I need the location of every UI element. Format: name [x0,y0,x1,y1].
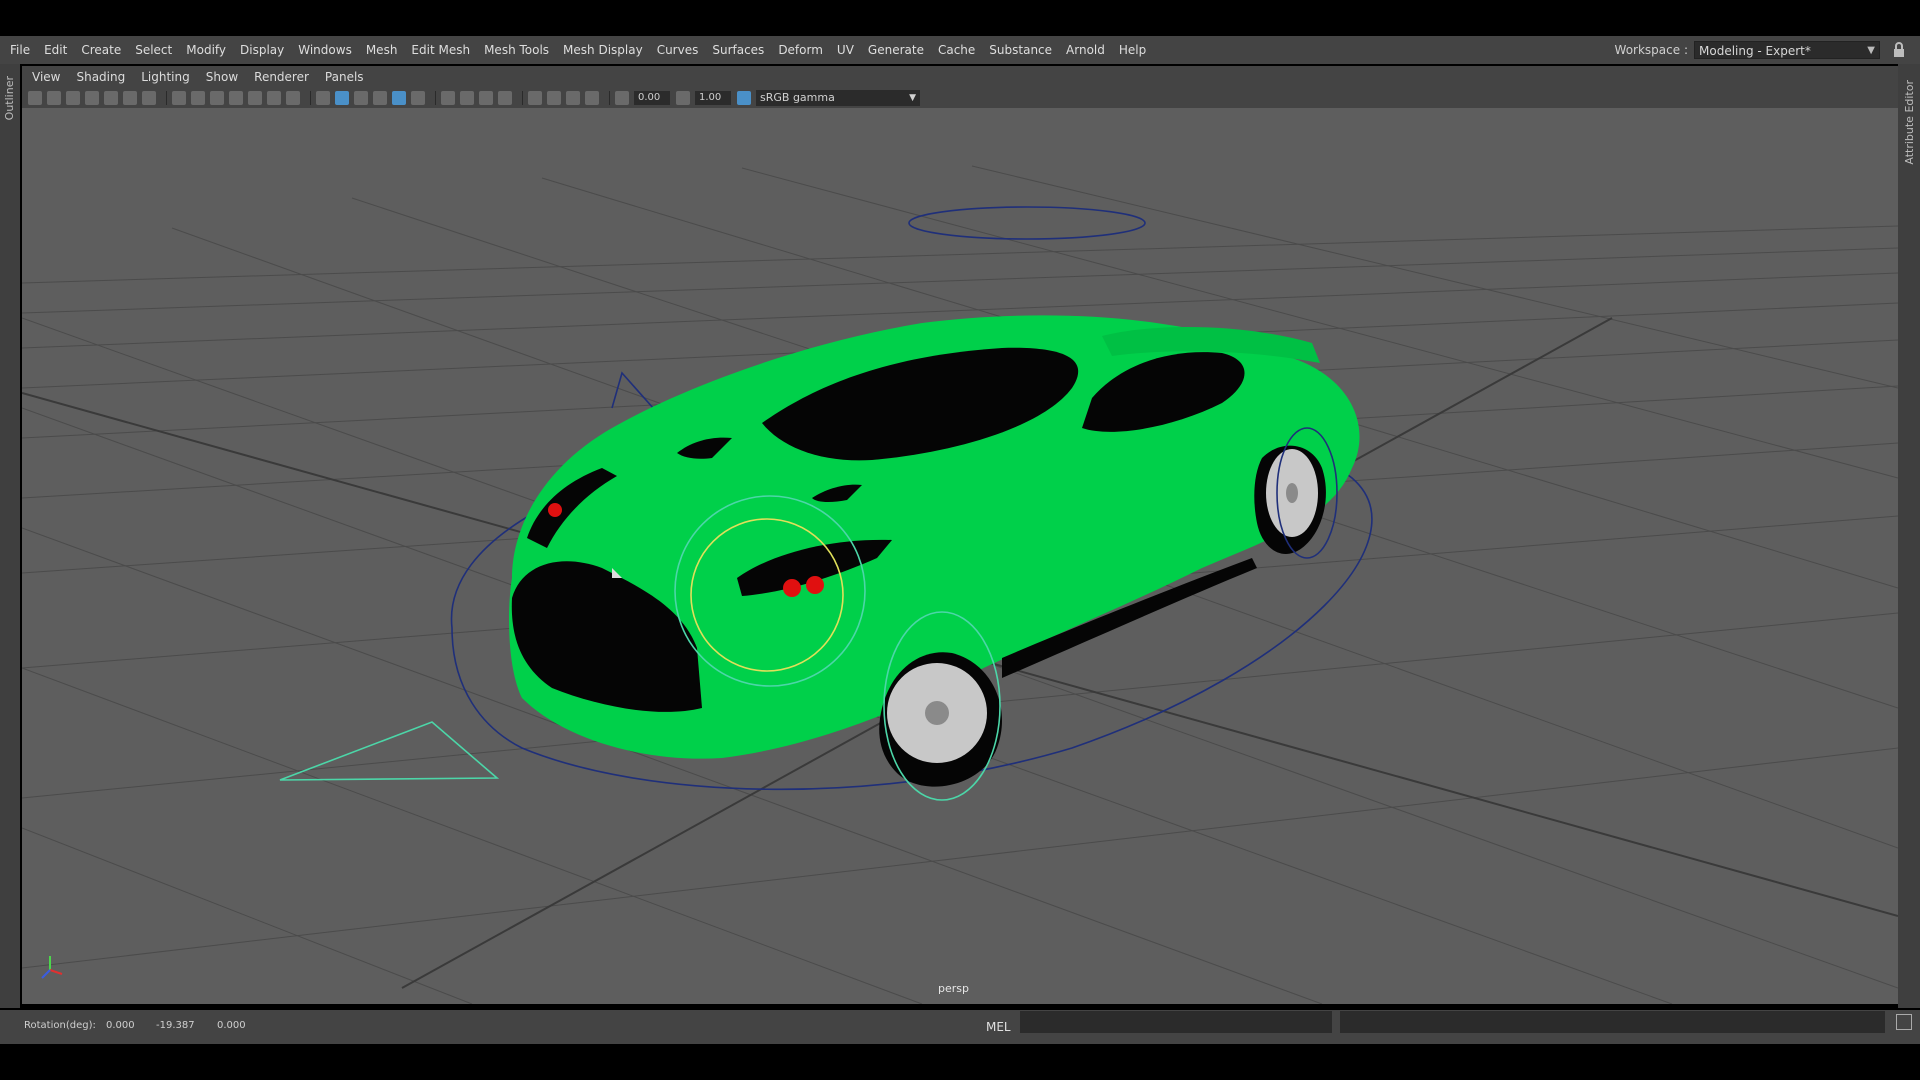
panel-menu-panels[interactable]: Panels [317,70,372,84]
menu-uv[interactable]: UV [830,36,861,64]
command-result-field [1340,1011,1885,1033]
camera-name-label: persp [938,982,969,995]
exposure-field[interactable]: 0.00 [634,91,670,105]
default-material-icon[interactable] [354,91,368,105]
menu-substance[interactable]: Substance [982,36,1059,64]
menu-edit[interactable]: Edit [37,36,74,64]
panel-menubar: View Shading Lighting Show Renderer Pane… [22,66,1898,88]
xray-active-icon[interactable] [585,91,599,105]
color-space-value: sRGB gamma [760,91,835,104]
toolbar-divider [166,91,167,105]
gamma-field[interactable]: 1.00 [695,91,731,105]
toolbar-divider [310,91,311,105]
menu-modify[interactable]: Modify [179,36,233,64]
menu-display[interactable]: Display [233,36,291,64]
menu-edit-mesh[interactable]: Edit Mesh [404,36,477,64]
top-control-curve [908,206,1146,240]
menu-select[interactable]: Select [128,36,179,64]
script-editor-icon[interactable] [1896,1014,1912,1030]
bookmark-icon[interactable] [85,91,99,105]
shadows-icon[interactable] [441,91,455,105]
workspace-value: Modeling - Expert* [1699,44,1811,58]
field-chart-icon[interactable] [248,91,262,105]
textured-icon[interactable] [392,91,406,105]
color-space-dropdown[interactable]: sRGB gamma ▼ [756,90,920,106]
workspace-label: Workspace : [1614,43,1688,57]
exposure-icon[interactable] [615,91,629,105]
lights-icon[interactable] [411,91,425,105]
film-gate-icon[interactable] [191,91,205,105]
safe-action-icon[interactable] [267,91,281,105]
menu-windows[interactable]: Windows [291,36,359,64]
wireframe-on-shaded-icon[interactable] [373,91,387,105]
rotation-z-value: 0.000 [217,1020,246,1031]
grease-pencil-icon[interactable] [142,91,156,105]
lock-icon[interactable] [1892,42,1906,58]
menu-mesh-display[interactable]: Mesh Display [556,36,650,64]
axis-gizmo [41,956,63,979]
xray-icon[interactable] [547,91,561,105]
menu-arnold[interactable]: Arnold [1059,36,1112,64]
panel-menu-renderer[interactable]: Renderer [246,70,317,84]
panel-menu-lighting[interactable]: Lighting [133,70,198,84]
panel-menu-show[interactable]: Show [198,70,246,84]
rotation-y-value: -19.387 [156,1020,195,1031]
direction-arrow-curve [279,721,500,781]
toolbar-divider [609,91,610,105]
menu-file[interactable]: File [0,36,37,64]
outliner-tab[interactable]: Outliner [3,76,16,120]
chevron-down-icon: ▼ [1867,45,1875,56]
gate-mask-icon[interactable] [229,91,243,105]
top-black-band [0,0,1920,36]
color-management-icon[interactable] [737,91,751,105]
command-line-input[interactable] [1020,1011,1332,1033]
safe-title-icon[interactable] [286,91,300,105]
camera-icon[interactable] [28,91,42,105]
menu-generate[interactable]: Generate [861,36,931,64]
scene-canvas[interactable] [22,108,1898,1004]
menu-mesh-tools[interactable]: Mesh Tools [477,36,556,64]
attribute-editor-tab[interactable]: Attribute Editor [1903,80,1916,165]
chevron-down-icon: ▼ [909,93,916,103]
smooth-shade-icon[interactable] [335,91,349,105]
workspace-selector: Workspace : Modeling - Expert* ▼ [1615,36,1906,64]
xray-joints-icon[interactable] [566,91,580,105]
image-plane-icon[interactable] [104,91,118,105]
isolate-select-icon[interactable] [528,91,542,105]
camera-lock-icon[interactable] [66,91,80,105]
toolbar-divider [522,91,523,105]
mel-language-toggle[interactable]: MEL [986,1020,1011,1034]
wireframe-icon[interactable] [316,91,330,105]
menu-deform[interactable]: Deform [771,36,830,64]
toolbar-divider [435,91,436,105]
menu-mesh[interactable]: Mesh [359,36,405,64]
anti-aliasing-icon[interactable] [498,91,512,105]
menu-help[interactable]: Help [1112,36,1153,64]
motion-blur-icon[interactable] [479,91,493,105]
menu-curves[interactable]: Curves [650,36,706,64]
menu-cache[interactable]: Cache [931,36,982,64]
menu-create[interactable]: Create [74,36,128,64]
status-bar: Rotation(deg): 0.000 -19.387 0.000 MEL [0,1010,1920,1044]
rotation-label: Rotation(deg): [24,1020,96,1031]
grid-icon[interactable] [172,91,186,105]
perspective-viewport[interactable]: persp [22,108,1898,1004]
bottom-black-band [0,1044,1920,1080]
resolution-gate-icon[interactable] [210,91,224,105]
workspace-dropdown[interactable]: Modeling - Expert* ▼ [1694,41,1880,59]
attribute-editor-tab-strip: Attribute Editor [1898,64,1920,1008]
pan-zoom-icon[interactable] [123,91,137,105]
panel-menu-view[interactable]: View [22,70,68,84]
panel-toolbar: 0.00 1.00 sRGB gamma ▼ [22,88,1898,108]
ambient-occlusion-icon[interactable] [460,91,474,105]
camera-attributes-icon[interactable] [47,91,61,105]
gamma-icon[interactable] [676,91,690,105]
menu-surfaces[interactable]: Surfaces [705,36,771,64]
outliner-tab-strip: Outliner [0,64,20,1008]
rotation-x-value: 0.000 [106,1020,135,1031]
panel-menu-shading[interactable]: Shading [68,70,133,84]
car-model [509,315,1360,787]
